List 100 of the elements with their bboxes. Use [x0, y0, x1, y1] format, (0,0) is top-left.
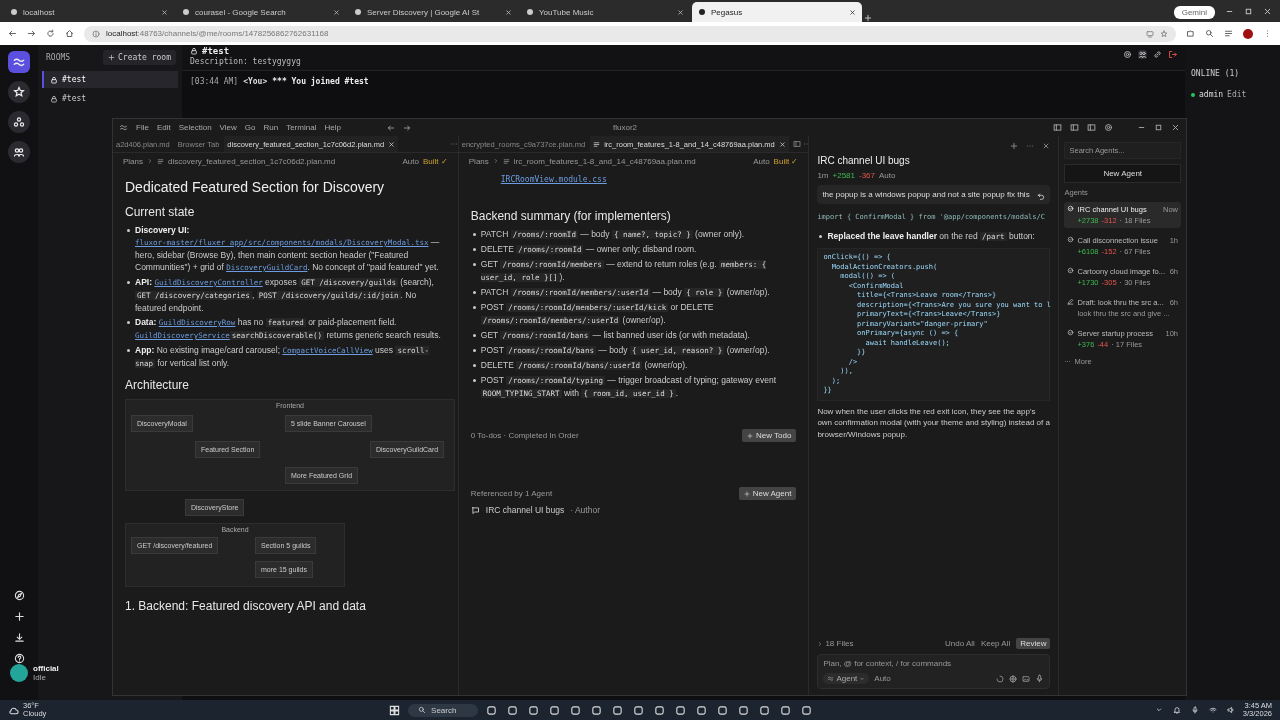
bookmark-star-icon[interactable] — [1160, 29, 1168, 38]
panel-icon[interactable] — [1070, 123, 1079, 132]
close-icon[interactable] — [1042, 142, 1051, 150]
taskbar-app-icon[interactable] — [675, 704, 687, 716]
taskbar-app-icon[interactable] — [570, 704, 582, 716]
menu-item[interactable]: Run — [263, 123, 279, 132]
windows-start-icon[interactable] — [389, 704, 401, 716]
wifi-icon[interactable] — [1208, 706, 1217, 714]
taskbar-app-icon[interactable] — [759, 704, 771, 716]
changed-files[interactable]: 18 Files — [825, 639, 854, 648]
room-item[interactable]: #test — [42, 71, 178, 88]
new-todo-button[interactable]: New Todo — [741, 429, 797, 442]
mode-dropdown[interactable]: Auto — [402, 156, 419, 166]
tab-search-icon[interactable] — [1205, 29, 1214, 38]
breadcrumb-item[interactable]: irc_room_features_1-8_and_14_c48769aa.plan.md — [513, 156, 696, 166]
settings-icon[interactable] — [1104, 123, 1113, 132]
sidebar-icon[interactable] — [1053, 123, 1062, 132]
forward-icon[interactable] — [27, 29, 36, 38]
microphone-icon[interactable] — [1035, 674, 1045, 683]
favorites-button[interactable] — [8, 81, 30, 103]
taskbar-app-icon[interactable] — [780, 704, 792, 716]
browser-tab[interactable]: courasel - Google Search — [176, 2, 346, 22]
link-icon[interactable] — [1153, 50, 1162, 59]
image-icon[interactable] — [1022, 674, 1031, 683]
menu-item[interactable]: File — [136, 123, 149, 132]
people-icon — [13, 146, 25, 158]
site-icon — [354, 8, 362, 16]
forward-icon[interactable] — [402, 123, 411, 132]
menu-item[interactable]: View — [219, 123, 237, 132]
globe-icon[interactable] — [1009, 674, 1018, 683]
chat-input[interactable]: Plan, @ for context, / for commands — [823, 659, 1045, 668]
home-icon[interactable] — [65, 29, 74, 38]
maximize-icon[interactable] — [1154, 123, 1163, 132]
taskbar-app-icon[interactable] — [717, 704, 729, 716]
mode-dropdown[interactable]: Auto — [753, 156, 770, 166]
new-agent-button[interactable]: New Agent — [1064, 164, 1181, 183]
close-icon[interactable] — [1263, 7, 1272, 16]
agent-reference[interactable]: IRC channel UI bugs — [485, 505, 565, 515]
caret-icon[interactable] — [1154, 706, 1163, 714]
taskbar-app-icon[interactable] — [696, 704, 708, 716]
message-text: *** You joined #test — [272, 77, 369, 86]
taskbar-app-icon[interactable] — [507, 704, 519, 716]
new-agent-button[interactable]: New Agent — [738, 487, 797, 500]
browser-tab[interactable]: localhost — [4, 2, 174, 22]
nodes-button[interactable] — [8, 111, 30, 133]
create-room-button[interactable]: Create room — [103, 50, 176, 65]
breadcrumb-item[interactable]: Plans — [468, 156, 489, 166]
taskbar-app-icon[interactable] — [591, 704, 603, 716]
gemini-button[interactable]: Gemini — [1173, 6, 1215, 19]
reload-icon[interactable] — [46, 29, 55, 38]
taskbar-app-icon[interactable] — [549, 704, 561, 716]
menu-item[interactable]: Selection — [178, 123, 212, 132]
back-icon[interactable] — [386, 123, 395, 132]
review-button[interactable]: Review — [1016, 638, 1051, 649]
taskbar-app-icon[interactable] — [486, 704, 498, 716]
browser-tab[interactable]: YouTube Music — [520, 2, 690, 22]
close-icon[interactable] — [1171, 123, 1180, 132]
media-icon[interactable] — [1224, 29, 1233, 38]
restore-icon[interactable] — [1244, 7, 1253, 16]
taskbar-app-icon[interactable] — [612, 704, 624, 716]
extensions-icon[interactable] — [1186, 29, 1195, 38]
spinner-icon[interactable] — [996, 674, 1005, 683]
undo-all-button[interactable]: Undo All — [945, 639, 975, 648]
taskbar-app-icon[interactable] — [738, 704, 750, 716]
back-icon[interactable] — [8, 29, 17, 38]
room-item[interactable]: #test — [42, 90, 178, 107]
breadcrumb-item[interactable]: Plans — [123, 156, 143, 166]
taskbar-app-icon[interactable] — [633, 704, 645, 716]
microphone-icon[interactable] — [1190, 706, 1199, 714]
agent-mode-dropdown[interactable]: Agent — [823, 673, 870, 684]
help-icon[interactable] — [13, 653, 25, 664]
user-name: official — [33, 664, 59, 673]
browser-tab[interactable]: Server Discovery | Google AI St — [348, 2, 518, 22]
download-icon[interactable] — [13, 632, 25, 643]
people-icon[interactable] — [1138, 50, 1147, 59]
menu-item[interactable]: Go — [244, 123, 256, 132]
sound-icon[interactable] — [1226, 706, 1235, 714]
menu-item[interactable]: Help — [324, 123, 341, 132]
taskbar-search[interactable]: Search — [408, 703, 479, 717]
taskbar-app-icon[interactable] — [801, 704, 813, 716]
sidebar-icon[interactable] — [1087, 123, 1096, 132]
keep-all-button[interactable]: Keep All — [980, 639, 1011, 648]
breadcrumb-item[interactable]: discovery_featured_section_1c7c06d2.plan.md — [168, 156, 336, 166]
taskbar-app-icon[interactable] — [654, 704, 666, 716]
settings-icon[interactable] — [1123, 50, 1132, 59]
browser-tab[interactable]: Pegasus — [692, 2, 862, 22]
bell-icon[interactable] — [1172, 706, 1181, 714]
menu-item[interactable]: Terminal — [286, 123, 317, 132]
address-bar[interactable]: localhost:48763/channels/@me/rooms/1478256862762631168 — [84, 25, 1176, 42]
compass-icon[interactable] — [13, 590, 25, 601]
model-dropdown[interactable]: Auto — [874, 674, 891, 683]
profile-avatar[interactable] — [1243, 28, 1253, 39]
file-link[interactable]: IRCRoomView.module.css — [500, 175, 607, 184]
edit-link[interactable]: Edit — [1227, 90, 1247, 99]
app-logo-button[interactable] — [8, 51, 30, 73]
split-icon[interactable] — [792, 140, 801, 148]
exit-icon[interactable] — [1168, 50, 1177, 59]
taskbar-app-icon[interactable] — [528, 704, 540, 716]
people-button[interactable] — [8, 141, 30, 163]
menu-item[interactable]: Edit — [156, 123, 171, 132]
